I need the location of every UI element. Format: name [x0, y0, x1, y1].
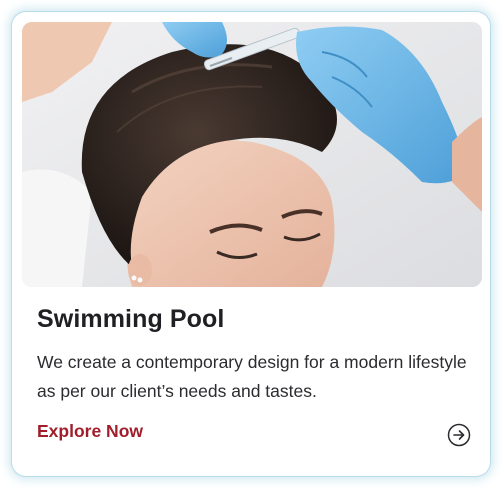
- explore-now-link[interactable]: Explore Now: [37, 421, 143, 442]
- arrow-right-circle-icon[interactable]: [447, 423, 471, 447]
- page: Swimming Pool We create a contemporary d…: [0, 0, 504, 488]
- card-description: We create a contemporary design for a mo…: [37, 352, 467, 401]
- card-title: Swimming Pool: [37, 305, 225, 333]
- service-card: Swimming Pool We create a contemporary d…: [12, 12, 490, 476]
- card-image: [22, 22, 482, 287]
